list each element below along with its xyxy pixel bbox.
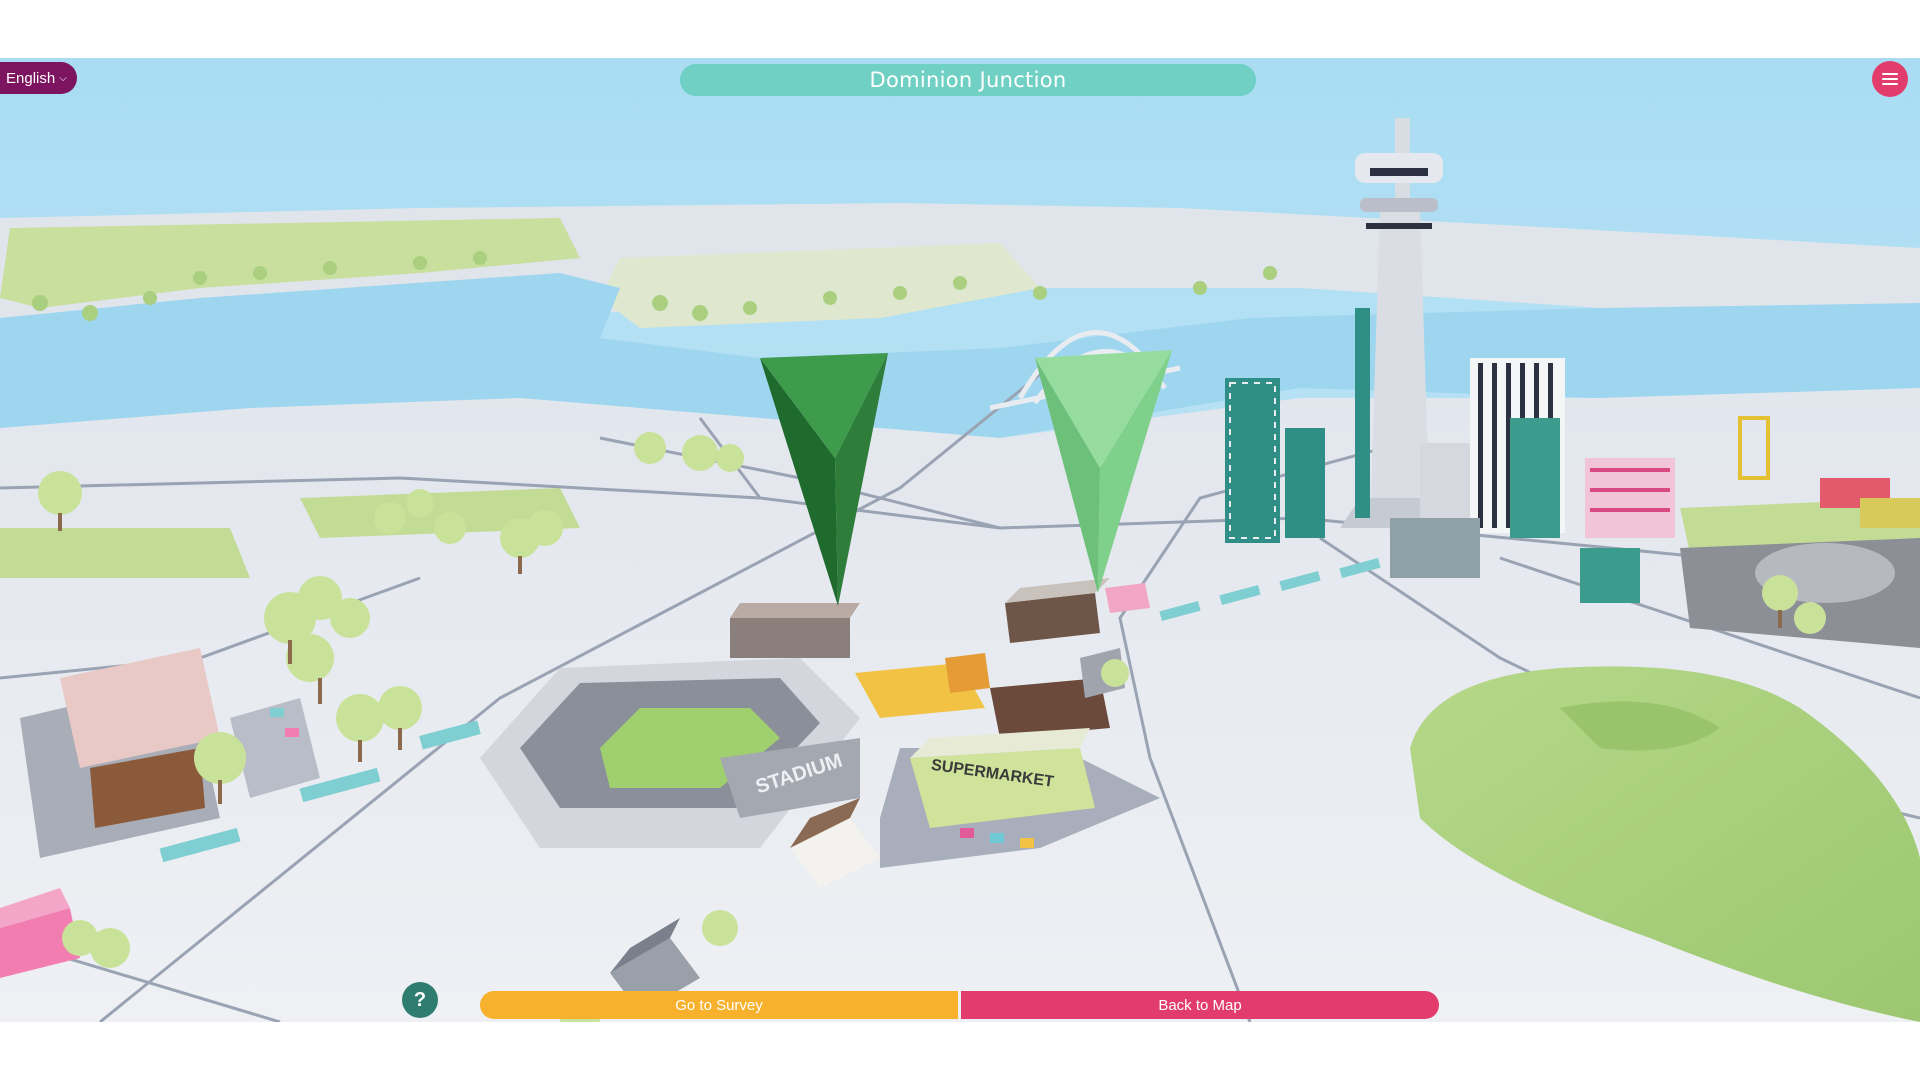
location-title-banner: Dominion Junction	[680, 64, 1256, 96]
language-select[interactable]: English ⌵	[0, 62, 77, 94]
back-to-map-button[interactable]: Back to Map	[961, 991, 1439, 1019]
location-title: Dominion Junction	[869, 68, 1067, 92]
hamburger-menu-icon	[1882, 73, 1898, 85]
menu-button[interactable]	[1872, 61, 1908, 97]
back-to-map-label: Back to Map	[1158, 996, 1242, 1014]
go-to-survey-button[interactable]: Go to Survey	[480, 991, 958, 1019]
city-scene[interactable]: STADIUM SUPERMARKET	[0, 58, 1920, 1022]
chevron-down-icon: ⌵	[59, 72, 67, 84]
help-button[interactable]: ?	[402, 982, 438, 1018]
church[interactable]	[730, 603, 860, 658]
skyscraper-teal[interactable]	[1225, 378, 1280, 543]
city-scene-viewport[interactable]: STADIUM SUPERMARKET	[0, 58, 1920, 1022]
grass-patch-left	[0, 528, 250, 578]
go-to-survey-label: Go to Survey	[675, 996, 763, 1014]
help-label: ?	[413, 988, 427, 1011]
language-select-label: English	[6, 69, 56, 87]
